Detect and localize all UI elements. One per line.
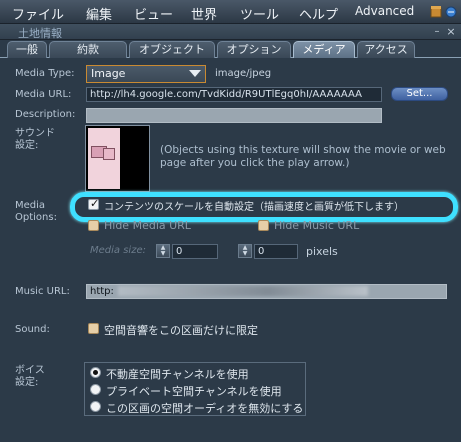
sound-icon[interactable]: [445, 6, 457, 18]
voice-disable-radio[interactable]: [90, 401, 101, 412]
music-url-redaction: [118, 286, 368, 296]
inventory-box-icon[interactable]: [430, 6, 442, 18]
tab-bar: 一般 約款 オブジェクト オプション メディア アクセス: [0, 40, 461, 58]
sound-label: Sound:: [15, 324, 50, 335]
set-media-button[interactable]: Set...: [391, 87, 448, 101]
music-url-value: http:: [90, 286, 114, 297]
tab-objects[interactable]: オブジェクト: [129, 41, 215, 58]
annotation-highlight: [70, 192, 458, 222]
restrict-spatial-sound-checkbox[interactable]: [88, 323, 99, 334]
menu-edit[interactable]: 編集: [86, 4, 112, 23]
media-url-label: Media URL:: [15, 89, 72, 100]
voice-estate-label: 不動産空間チャンネルを使用: [106, 368, 249, 381]
hide-media-url-checkbox[interactable]: [88, 220, 99, 231]
floater-titlebar[interactable]: 土地情報 – ×: [0, 24, 461, 40]
voice-label: ボイス 設定:: [15, 365, 45, 388]
height-spinner[interactable]: ▲ ▼: [238, 244, 252, 258]
menu-help[interactable]: ヘルプ: [299, 4, 338, 23]
media-texture-note: (Objects using this texture will show th…: [160, 144, 446, 169]
media-texture-picker[interactable]: [85, 125, 150, 192]
tab-access[interactable]: アクセス: [357, 41, 415, 58]
voice-disable-label: この区画の空間オーディオを無効にする: [106, 402, 304, 415]
texture-label: サウンド 設定:: [15, 128, 55, 151]
media-type-dropdown[interactable]: Image: [86, 65, 206, 83]
menu-file[interactable]: ファイル: [12, 4, 64, 23]
music-url-label: Music URL:: [15, 286, 70, 297]
hide-music-url-checkbox[interactable]: [258, 220, 269, 231]
width-spinner[interactable]: ▲ ▼: [156, 244, 170, 258]
menu-view[interactable]: ビュー: [134, 4, 173, 23]
restrict-spatial-sound-label: 空間音響をこの区画だけに限定: [104, 324, 258, 337]
media-height-field[interactable]: 0: [254, 244, 298, 259]
menu-advanced[interactable]: Advanced: [355, 4, 414, 18]
description-label: Description:: [15, 109, 76, 120]
media-mime-type: image/jpeg: [215, 68, 272, 79]
voice-private-label: プライベート空間チャンネルを使用: [106, 385, 282, 398]
description-field[interactable]: [86, 108, 382, 123]
media-url-field[interactable]: http://lh4.google.com/TvdKidd/R9UTlEgq0h…: [86, 87, 382, 102]
tab-media[interactable]: メディア: [293, 41, 355, 58]
tab-options[interactable]: オプション: [217, 41, 291, 58]
chevron-down-icon: [189, 70, 201, 77]
media-size-label: Media size:: [90, 245, 146, 256]
tab-general[interactable]: 一般: [7, 41, 47, 58]
menu-tools[interactable]: ツール: [240, 4, 279, 23]
menu-bar: ファイル 編集 ビュー 世界 ツール ヘルプ Advanced: [0, 0, 461, 24]
voice-private-radio[interactable]: [90, 384, 101, 395]
floater-title: 土地情報: [18, 27, 62, 40]
hide-media-url-label: Hide Media URL: [104, 219, 191, 232]
media-width-field[interactable]: 0: [172, 244, 218, 259]
close-icon[interactable]: ×: [445, 26, 457, 38]
status-icons: [430, 6, 457, 18]
menu-world[interactable]: 世界: [191, 4, 217, 23]
hide-music-url-label: Hide Music URL: [274, 219, 360, 232]
size-unit-label: pixels: [306, 245, 338, 258]
tab-covenant[interactable]: 約款: [49, 41, 127, 58]
media-options-label: Media Options:: [15, 200, 57, 223]
media-type-value: Image: [91, 67, 126, 80]
minimize-icon[interactable]: –: [431, 26, 443, 38]
texture-art: [103, 148, 115, 160]
media-type-label: Media Type:: [15, 68, 75, 79]
voice-estate-radio[interactable]: [90, 367, 101, 378]
